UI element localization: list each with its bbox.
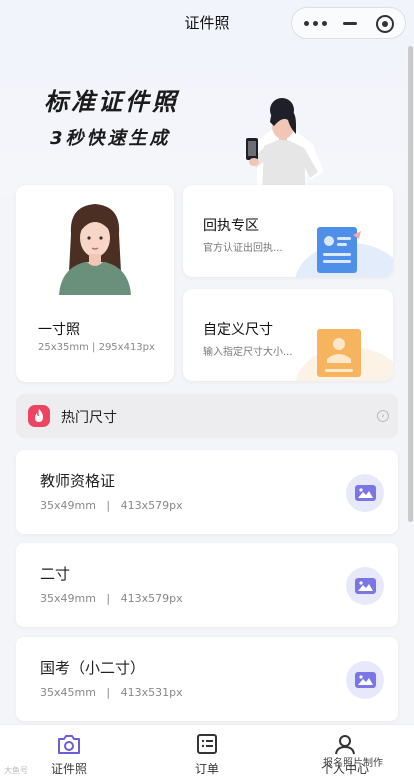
fire-icon <box>28 405 50 427</box>
hot-sizes-label: 热门尺寸 <box>61 410 117 426</box>
watermark-left: 大鱼号 <box>4 766 28 775</box>
size-spec: 35x45mm | 413x531px <box>40 686 183 699</box>
orders-icon <box>197 734 217 754</box>
portrait-photo <box>55 200 135 295</box>
minimize-icon[interactable] <box>343 22 357 25</box>
custom-title: 自定义尺寸 <box>203 322 273 338</box>
tab-orders[interactable]: 订单 <box>167 725 247 780</box>
size-item-civil-exam[interactable]: 国考（小二寸） 35x45mm | 413x531px <box>16 637 398 721</box>
size-item-two-inch[interactable]: 二寸 35x49mm | 413x579px <box>16 543 398 627</box>
one-inch-card[interactable]: 一寸照 25x35mm | 295x413px <box>16 185 174 382</box>
user-icon <box>335 735 355 755</box>
receipt-doc-icon <box>317 227 361 273</box>
one-inch-title: 一寸照 <box>38 322 80 338</box>
custom-size-card[interactable]: 自定义尺寸 输入指定尺寸大小... <box>183 289 393 381</box>
receipt-card[interactable]: 回执专区 官方认证出回执... <box>183 185 393 277</box>
image-icon <box>346 661 384 699</box>
nav-bar: 证件照 <box>0 0 414 46</box>
custom-desc: 输入指定尺寸大小... <box>203 347 293 358</box>
hot-sizes-header[interactable]: 热门尺寸 › <box>16 394 398 438</box>
close-target-icon[interactable] <box>376 15 394 33</box>
size-name: 教师资格证 <box>40 472 116 490</box>
receipt-desc: 官方认证出回执... <box>203 243 283 254</box>
tab-profile[interactable]: 个人中心 <box>305 725 385 780</box>
banner-subline: 3秒快速生成 <box>50 128 171 149</box>
mini-program-capsule <box>291 7 406 39</box>
image-icon <box>346 567 384 605</box>
tab-id-photo[interactable]: 证件照 <box>29 725 109 780</box>
one-inch-spec: 25x35mm | 295x413px <box>38 342 155 353</box>
banner-headline: 标准证件照 <box>44 88 179 116</box>
size-spec: 35x49mm | 413x579px <box>40 499 183 512</box>
banner: 标准证件照 3秒快速生成 <box>0 46 406 236</box>
tab-id-photo-label: 证件照 <box>50 762 87 776</box>
camera-icon <box>58 735 80 754</box>
image-icon <box>346 474 384 512</box>
size-name: 二寸 <box>40 565 71 583</box>
size-spec: 35x49mm | 413x579px <box>40 592 183 605</box>
watermark-right: 报名照片制作 <box>323 758 383 769</box>
more-icon[interactable] <box>304 18 334 28</box>
tab-orders-label: 订单 <box>194 762 219 776</box>
custom-doc-icon <box>317 329 361 377</box>
scrollbar[interactable] <box>408 46 413 522</box>
size-name: 国考（小二寸） <box>40 659 146 677</box>
size-item-teacher[interactable]: 教师资格证 35x49mm | 413x579px <box>16 450 398 534</box>
tab-bar: 证件照 订单 个人中心 <box>0 724 414 780</box>
receipt-title: 回执专区 <box>203 218 259 234</box>
chevron-right-icon[interactable]: › <box>377 410 389 422</box>
